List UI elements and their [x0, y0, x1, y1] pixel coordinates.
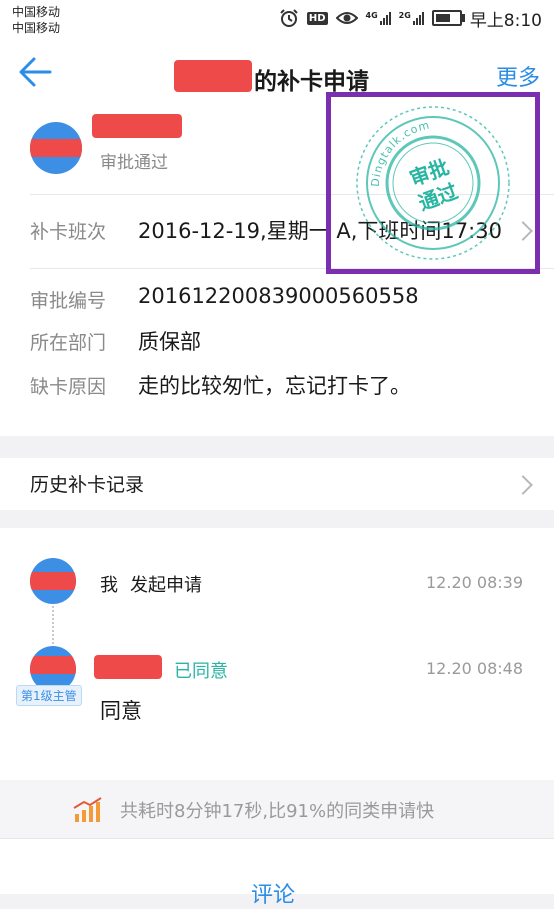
signal-icon-2: 2G: [399, 11, 424, 25]
redacted-applicant-name: [174, 60, 252, 92]
hd-icon: HD: [306, 11, 328, 25]
status-icons: HD 4G 2G 早上8:10: [279, 5, 542, 31]
stamp-highlight-box: Dingtalk.com 审批 通过: [326, 92, 540, 274]
field-value-department: 质保部: [138, 330, 201, 354]
chevron-right-icon: [513, 475, 533, 495]
bottom-action-bar: 评论: [0, 838, 554, 908]
approver-comment: 同意: [100, 699, 142, 723]
timeline-actor-me: 我: [100, 575, 118, 596]
redacted-approver-name: [94, 655, 162, 679]
timeline-connector: [52, 606, 54, 644]
comment-button[interactable]: 评论: [251, 877, 295, 909]
field-label-shift: 补卡班次: [30, 221, 107, 243]
history-records-label: 历史补卡记录: [30, 474, 145, 496]
approved-stamp-icon: Dingtalk.com 审批 通过: [356, 106, 510, 260]
redacted-applicant-label: [92, 114, 182, 138]
battery-icon: [431, 10, 465, 26]
approver-level-badge: 第1级主管: [16, 685, 82, 706]
timeline-time: 12.20 08:39: [426, 573, 523, 592]
timeline-action: 发起申请: [130, 575, 202, 596]
field-label-approval-number: 审批编号: [30, 290, 107, 312]
field-value-reason: 走的比较匆忙，忘记打卡了。: [138, 374, 411, 398]
history-records-row[interactable]: 历史补卡记录: [0, 458, 554, 510]
signal-icon-1: 4G: [366, 11, 391, 25]
timeline-time: 12.20 08:48: [426, 659, 523, 678]
carrier-name-2: 中国移动: [12, 21, 61, 35]
status-bar: 中国移动 中国移动 HD 4G 2G 早上8:10: [0, 0, 554, 38]
rising-chart-icon: [73, 797, 102, 822]
field-label-department: 所在部门: [30, 332, 107, 354]
field-value-approval-number: 201612200839000560558: [138, 284, 419, 308]
carrier-name-1: 中国移动: [12, 5, 61, 19]
more-button[interactable]: 更多: [496, 60, 540, 92]
eye-icon: [335, 12, 358, 24]
approval-result: 已同意: [174, 661, 228, 682]
requester-avatar: [30, 558, 76, 604]
clock-time: 早上8:10: [469, 10, 542, 31]
back-arrow-icon[interactable]: [14, 48, 62, 96]
alarm-icon: [280, 9, 298, 27]
approval-status-text: 审批通过: [100, 153, 168, 173]
field-label-reason: 缺卡原因: [30, 376, 107, 398]
duration-summary: 共耗时8分钟17秒,比91%的同类申请快: [0, 780, 554, 838]
approval-timeline: 我 发起申请 12.20 08:39 第1级主管 已同意 12.20 08:48…: [0, 528, 554, 780]
duration-summary-text: 共耗时8分钟17秒,比91%的同类申请快: [120, 801, 435, 822]
page-title: 的补卡申请: [254, 69, 369, 95]
applicant-avatar: [30, 122, 82, 174]
